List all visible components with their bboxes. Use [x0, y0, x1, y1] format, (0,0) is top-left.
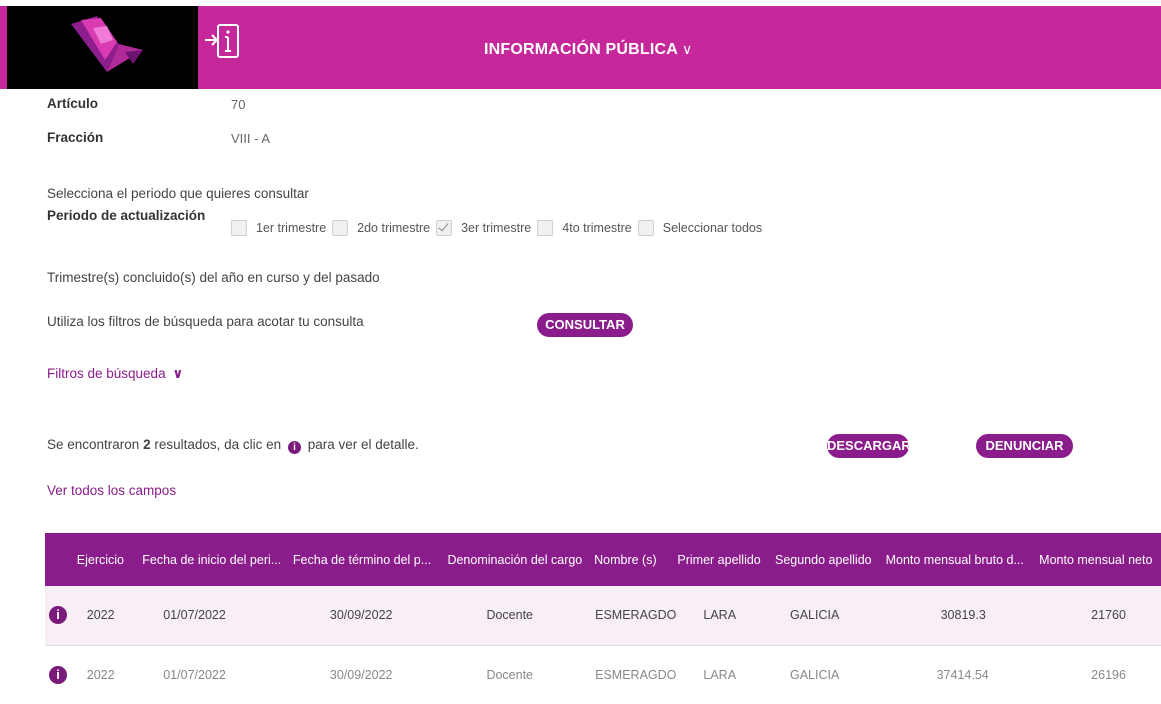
results-prefix: Se encontraron	[47, 437, 140, 452]
top-bar: INFORMACIÓN PÚBLICA ∨	[0, 6, 1161, 89]
checkbox[interactable]	[537, 220, 554, 236]
fraccion-value: VIII - A	[231, 131, 271, 146]
checkbox-label: 1er trimestre	[256, 221, 327, 235]
info-column-header	[45, 533, 77, 586]
articulo-label: Artículo	[47, 96, 99, 111]
checkbox[interactable]	[637, 220, 654, 236]
cell-fecha-termino: 30/09/2022	[329, 667, 393, 682]
cell-ejercicio: 2022	[86, 667, 115, 682]
results-table: Ejercicio Fecha de inicio del peri... Fe…	[45, 533, 1161, 704]
column-header[interactable]: Ejercicio	[77, 533, 142, 586]
cell-nombre: ESMERAGDO	[595, 667, 677, 682]
cell-monto-neto: 21760	[1091, 608, 1126, 623]
cell-fecha-termino: 30/09/2022	[329, 608, 393, 623]
checkbox-label: 2do trimestre	[357, 221, 431, 235]
informacion-publica-menu[interactable]: INFORMACIÓN PÚBLICA ∨	[484, 41, 692, 59]
periodo-option-1[interactable]: 1er trimestre	[231, 220, 326, 236]
consultar-button[interactable]: CONSULTAR	[537, 313, 633, 337]
checkbox-label: 4to trimestre	[562, 221, 632, 235]
chevron-down-icon: ∨	[682, 41, 693, 57]
checkbox-label: Seleccionar todos	[662, 221, 763, 235]
checkbox[interactable]	[436, 220, 453, 236]
ver-todos-campos-link[interactable]: Ver todos los campos	[47, 483, 176, 498]
column-header[interactable]: Segundo apellido	[775, 533, 886, 586]
column-header[interactable]: Primer apellido	[677, 533, 775, 586]
periodo-option-2[interactable]: 2do trimestre	[332, 220, 430, 236]
periodo-label: Periodo de actualización	[47, 208, 206, 223]
cell-fecha-inicio: 01/07/2022	[163, 608, 226, 623]
denunciar-button[interactable]: DENUNCIAR	[976, 434, 1073, 458]
table-header-row: Ejercicio Fecha de inicio del peri... Fe…	[45, 533, 1161, 586]
results-middle: resultados, da clic en	[154, 437, 282, 452]
column-header[interactable]: Fecha de término del p...	[293, 533, 448, 586]
filtros-busqueda-label: Filtros de búsqueda	[47, 366, 166, 381]
filtros-busqueda-toggle[interactable]: Filtros de búsqueda ∨	[47, 366, 183, 382]
results-suffix: para ver el detalle.	[307, 437, 419, 452]
cell-fecha-inicio: 01/07/2022	[163, 667, 226, 682]
info-detail-icon[interactable]: i	[49, 665, 67, 684]
descargar-button[interactable]: DESCARGAR	[827, 434, 911, 458]
results-count: 2	[143, 437, 151, 452]
periodo-note: Trimestre(s) concluido(s) del año en cur…	[47, 270, 380, 285]
cell-segundo-apellido: GALICIA	[789, 667, 840, 682]
cell-cargo: Docente	[486, 667, 534, 682]
column-header[interactable]: Monto mensual bruto d...	[886, 533, 1040, 586]
table-row[interactable]: i 2022 01/07/2022 30/09/2022 Docente ESM…	[45, 586, 1161, 645]
column-header[interactable]: Fecha de inicio del peri...	[142, 533, 293, 586]
cell-monto-bruto: 37414.54	[936, 667, 989, 682]
results-summary: Se encontraron 2 resultados, da clic en …	[47, 437, 419, 454]
periodo-checkboxes: 1er trimestre 2do trimestre 3er trimestre 4…	[231, 216, 768, 240]
info-detail-icon[interactable]: i	[49, 606, 67, 625]
column-header[interactable]: Denominación del cargo	[447, 533, 594, 586]
periodo-option-4[interactable]: 4to trimestre	[537, 220, 632, 236]
filters-hint: Utiliza los filtros de búsqueda para aco…	[47, 314, 364, 329]
info-icon: i	[287, 441, 301, 454]
cell-segundo-apellido: GALICIA	[789, 608, 840, 623]
cell-primer-apellido: LARA	[703, 608, 737, 623]
page-title: INFORMACIÓN PÚBLICA	[484, 41, 679, 58]
logo[interactable]	[7, 6, 198, 89]
table-row[interactable]: i 2022 01/07/2022 30/09/2022 Docente ESM…	[45, 645, 1161, 704]
column-header[interactable]: Nombre (s)	[594, 533, 677, 586]
cell-monto-bruto: 30819.3	[940, 608, 986, 623]
periodo-option-5[interactable]: Seleccionar todos	[637, 220, 763, 236]
checkbox[interactable]	[231, 220, 247, 236]
cell-nombre: ESMERAGDO	[595, 608, 677, 623]
cell-monto-neto: 26196	[1091, 667, 1126, 682]
checkbox-label: 3er trimestre	[461, 221, 532, 235]
periodo-prompt: Selecciona el periodo que quieres consul…	[47, 186, 309, 201]
login-info-icon[interactable]	[203, 20, 247, 68]
checkbox[interactable]	[332, 220, 349, 236]
periodo-option-3[interactable]: 3er trimestre	[436, 220, 531, 236]
chevron-down-icon: ∨	[172, 366, 184, 381]
cell-cargo: Docente	[486, 608, 534, 623]
column-header[interactable]: Monto mensual neto	[1039, 533, 1161, 586]
cell-ejercicio: 2022	[86, 608, 115, 623]
articulo-value: 70	[231, 97, 246, 112]
logo-mark-icon	[71, 16, 143, 72]
fraccion-label: Fracción	[47, 130, 104, 145]
cell-primer-apellido: LARA	[703, 667, 737, 682]
